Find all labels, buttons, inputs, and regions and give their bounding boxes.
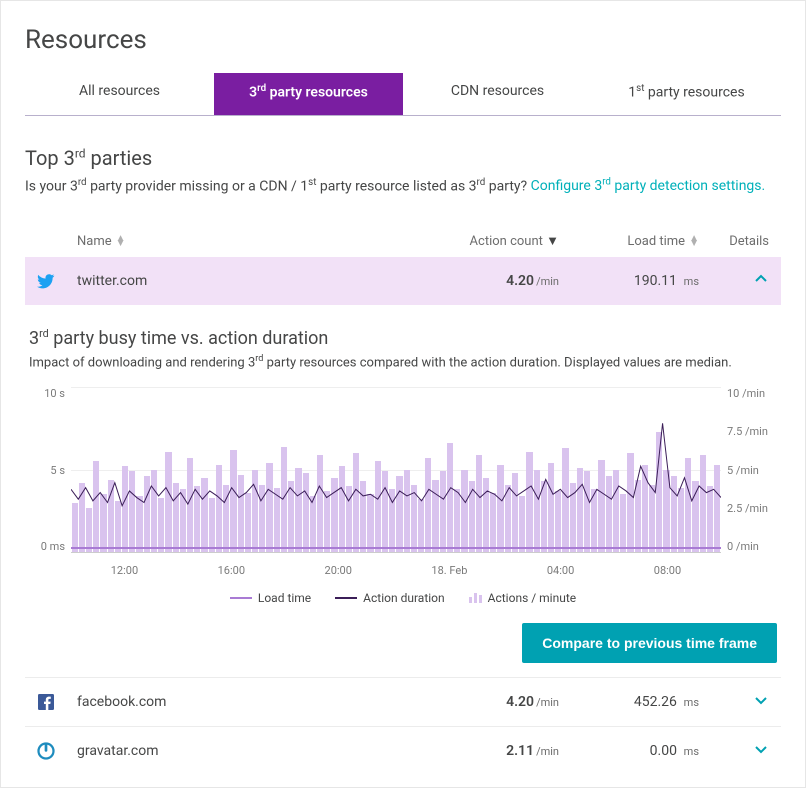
chart: 10 s 5 s 0 ms 10 /min 7.5 /min 5 /min 2.…	[29, 387, 777, 577]
chart-title: 3rd party busy time vs. action duration	[29, 327, 777, 349]
third-party-table: Name▲▼ Action count ▼ Load time▲▼ Detail…	[25, 225, 781, 775]
plot-area	[71, 387, 721, 553]
cell-load: 0.00 ms	[559, 743, 699, 759]
cell-action: 4.20/min	[379, 273, 559, 289]
cell-load: 190.11 ms	[559, 273, 699, 289]
table-header: Name▲▼ Action count ▼ Load time▲▼ Detail…	[25, 225, 781, 257]
facebook-icon	[37, 693, 55, 711]
legend-action-duration: Action duration	[335, 591, 444, 605]
cell-name: facebook.com	[77, 694, 379, 710]
compare-button[interactable]: Compare to previous time frame	[522, 623, 777, 663]
configure-detection-link[interactable]: Configure 3rd party detection settings.	[531, 178, 766, 194]
col-load-time[interactable]: Load time▲▼	[559, 233, 699, 249]
section-description: Is your 3rd party provider missing or a …	[25, 176, 781, 198]
legend-actions-per-min: Actions / minute	[469, 591, 577, 605]
y-axis-left: 10 s 5 s 0 ms	[29, 387, 71, 577]
chevron-up-icon[interactable]	[753, 271, 769, 291]
col-action-count[interactable]: Action count ▼	[379, 233, 559, 249]
chart-description: Impact of downloading and rendering 3rd …	[29, 353, 777, 373]
load-time-line	[71, 547, 721, 549]
x-axis: 12:00 16:00 20:00 18. Feb 04:00 08:00	[71, 564, 721, 577]
chevron-down-icon[interactable]	[753, 692, 769, 712]
y-axis-right: 10 /min 7.5 /min 5 /min 2.5 /min 0 /min	[721, 387, 777, 577]
tab-3rd-party-resources[interactable]: 3rd party resources	[214, 73, 403, 115]
cell-action: 2.11/min	[379, 743, 559, 759]
cell-name: twitter.com	[77, 273, 379, 289]
chart-legend: Load time Action duration Actions / minu…	[29, 591, 777, 605]
twitter-icon	[37, 272, 55, 290]
chevron-down-icon[interactable]	[753, 741, 769, 761]
page-title: Resources	[25, 25, 781, 55]
chart-section: 3rd party busy time vs. action duration …	[25, 305, 781, 663]
cell-action: 4.20/min	[379, 694, 559, 710]
legend-load-time: Load time	[230, 591, 311, 605]
tab-1st-party-resources[interactable]: 1st party resources	[592, 73, 781, 115]
tab-cdn-resources[interactable]: CDN resources	[403, 73, 592, 115]
table-row[interactable]: gravatar.com 2.11/min 0.00 ms	[25, 726, 781, 775]
cell-load: 452.26 ms	[559, 694, 699, 710]
sort-icon: ▲▼	[689, 236, 699, 246]
cell-name: gravatar.com	[77, 743, 379, 759]
tabs: All resources 3rd party resources CDN re…	[25, 73, 781, 116]
tab-all-resources[interactable]: All resources	[25, 73, 214, 115]
col-name[interactable]: Name▲▼	[77, 233, 379, 249]
table-row[interactable]: facebook.com 4.20/min 452.26 ms	[25, 677, 781, 726]
resources-panel: Resources All resources 3rd party resour…	[0, 0, 806, 788]
section-heading: Top 3rd parties	[25, 146, 781, 170]
sort-icon: ▲▼	[116, 236, 126, 246]
col-details: Details	[699, 233, 769, 249]
table-row[interactable]: twitter.com 4.20/min 190.11 ms	[25, 257, 781, 305]
gravatar-icon	[37, 742, 55, 760]
